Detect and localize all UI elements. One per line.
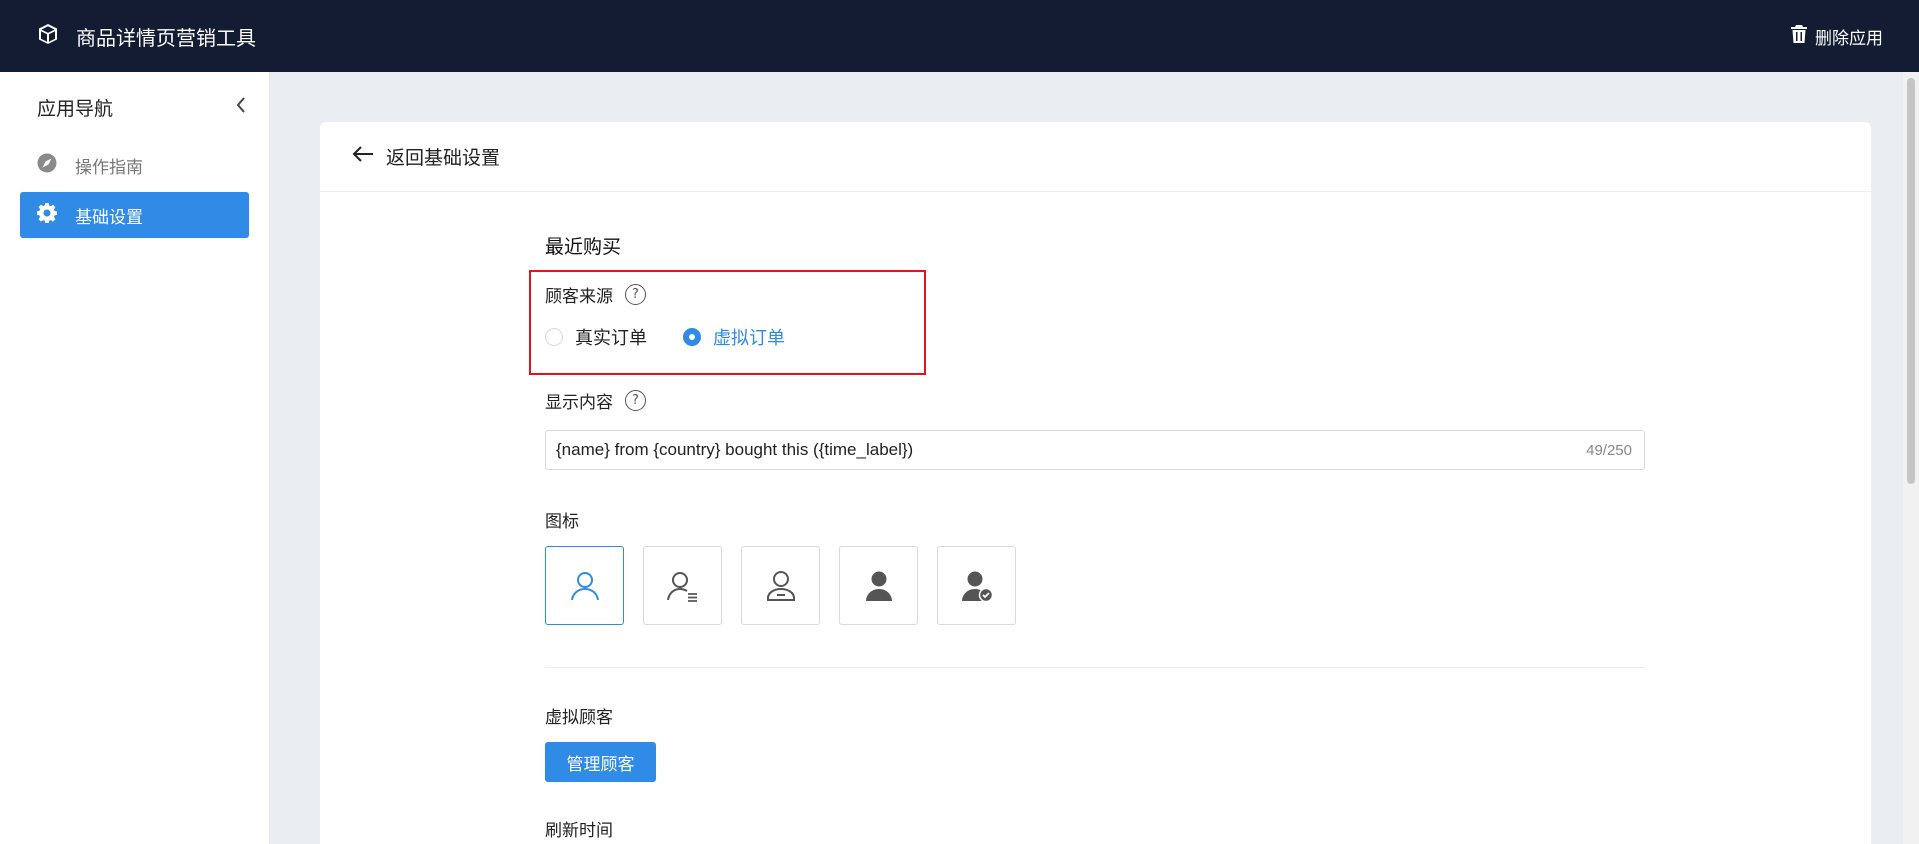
back-link[interactable]: 返回基础设置 xyxy=(320,122,1871,192)
sidebar-item-basic-settings[interactable]: 基础设置 xyxy=(20,192,249,238)
customer-source-radio-group: 真实订单 虚拟订单 xyxy=(545,324,785,350)
radio-button[interactable] xyxy=(683,328,701,346)
help-icon[interactable]: ? xyxy=(625,390,646,411)
radio-virtual-orders[interactable]: 虚拟订单 xyxy=(683,324,785,350)
back-label: 返回基础设置 xyxy=(386,147,501,169)
user-verified-icon xyxy=(961,571,993,602)
virtual-customers-label: 虚拟顾客 xyxy=(545,708,613,728)
delete-app-label: 删除应用 xyxy=(1815,28,1883,49)
sidebar-item-label: 基础设置 xyxy=(75,207,143,228)
icon-field-label: 图标 xyxy=(545,512,579,532)
collapse-sidebar-button[interactable] xyxy=(235,96,247,119)
display-content-text: 显示内容 xyxy=(545,393,613,413)
app-brand: 商品详情页营销工具 xyxy=(36,22,256,51)
chevron-left-icon xyxy=(236,96,245,113)
divider xyxy=(545,667,1645,668)
radio-label: 真实订单 xyxy=(575,328,647,349)
settings-card: 返回基础设置 最近购买 顾客来源 ? 真实订单 虚拟订单 显示内容 ? {nam… xyxy=(320,122,1871,844)
radio-button[interactable] xyxy=(545,328,563,346)
cube-icon xyxy=(36,22,60,51)
trash-icon xyxy=(1791,24,1807,48)
app-title: 商品详情页营销工具 xyxy=(76,25,256,50)
top-bar: 商品详情页营销工具 删除应用 xyxy=(0,0,1919,72)
customer-source-label: 顾客来源 ? xyxy=(545,282,646,307)
delete-app-button[interactable]: 删除应用 xyxy=(1791,24,1883,49)
icon-option-user-solid[interactable] xyxy=(839,546,918,625)
sidebar-item-guide[interactable]: 操作指南 xyxy=(20,142,249,188)
user-solid-icon xyxy=(865,571,892,601)
user-badge-icon xyxy=(766,570,795,601)
gear-icon xyxy=(37,202,57,228)
radio-real-orders[interactable]: 真实订单 xyxy=(545,324,647,350)
user-outline-icon xyxy=(570,571,599,600)
arrow-left-icon xyxy=(352,145,374,168)
scrollbar-thumb[interactable] xyxy=(1907,78,1915,484)
sidebar-title: 应用导航 xyxy=(37,97,114,120)
sidebar-header: 应用导航 xyxy=(0,72,269,142)
display-content-input[interactable]: {name} from {country} bought this ({time… xyxy=(545,430,1645,470)
character-counter: 49/250 xyxy=(1586,441,1632,459)
manage-customers-button[interactable]: 管理顾客 xyxy=(545,742,656,782)
sidebar: 应用导航 操作指南 基础设置 xyxy=(0,72,270,844)
icon-option-user-outline[interactable] xyxy=(545,546,624,625)
icon-option-user-list[interactable] xyxy=(643,546,722,625)
help-icon[interactable]: ? xyxy=(625,284,646,305)
page-scrollbar[interactable] xyxy=(1903,72,1919,844)
display-content-value[interactable]: {name} from {country} bought this ({time… xyxy=(556,440,913,460)
compass-icon xyxy=(37,153,57,178)
radio-label: 虚拟订单 xyxy=(713,328,785,349)
section-title: 最近购买 xyxy=(545,236,622,258)
user-list-icon xyxy=(666,571,697,602)
customer-source-text: 顾客来源 xyxy=(545,287,613,307)
icon-option-user-verified[interactable] xyxy=(937,546,1016,625)
icon-picker xyxy=(545,546,1016,625)
icon-option-user-badge[interactable] xyxy=(741,546,820,625)
display-content-label: 显示内容 ? xyxy=(545,388,646,413)
sidebar-item-label: 操作指南 xyxy=(75,157,143,178)
refresh-time-label: 刷新时间 xyxy=(545,821,613,841)
